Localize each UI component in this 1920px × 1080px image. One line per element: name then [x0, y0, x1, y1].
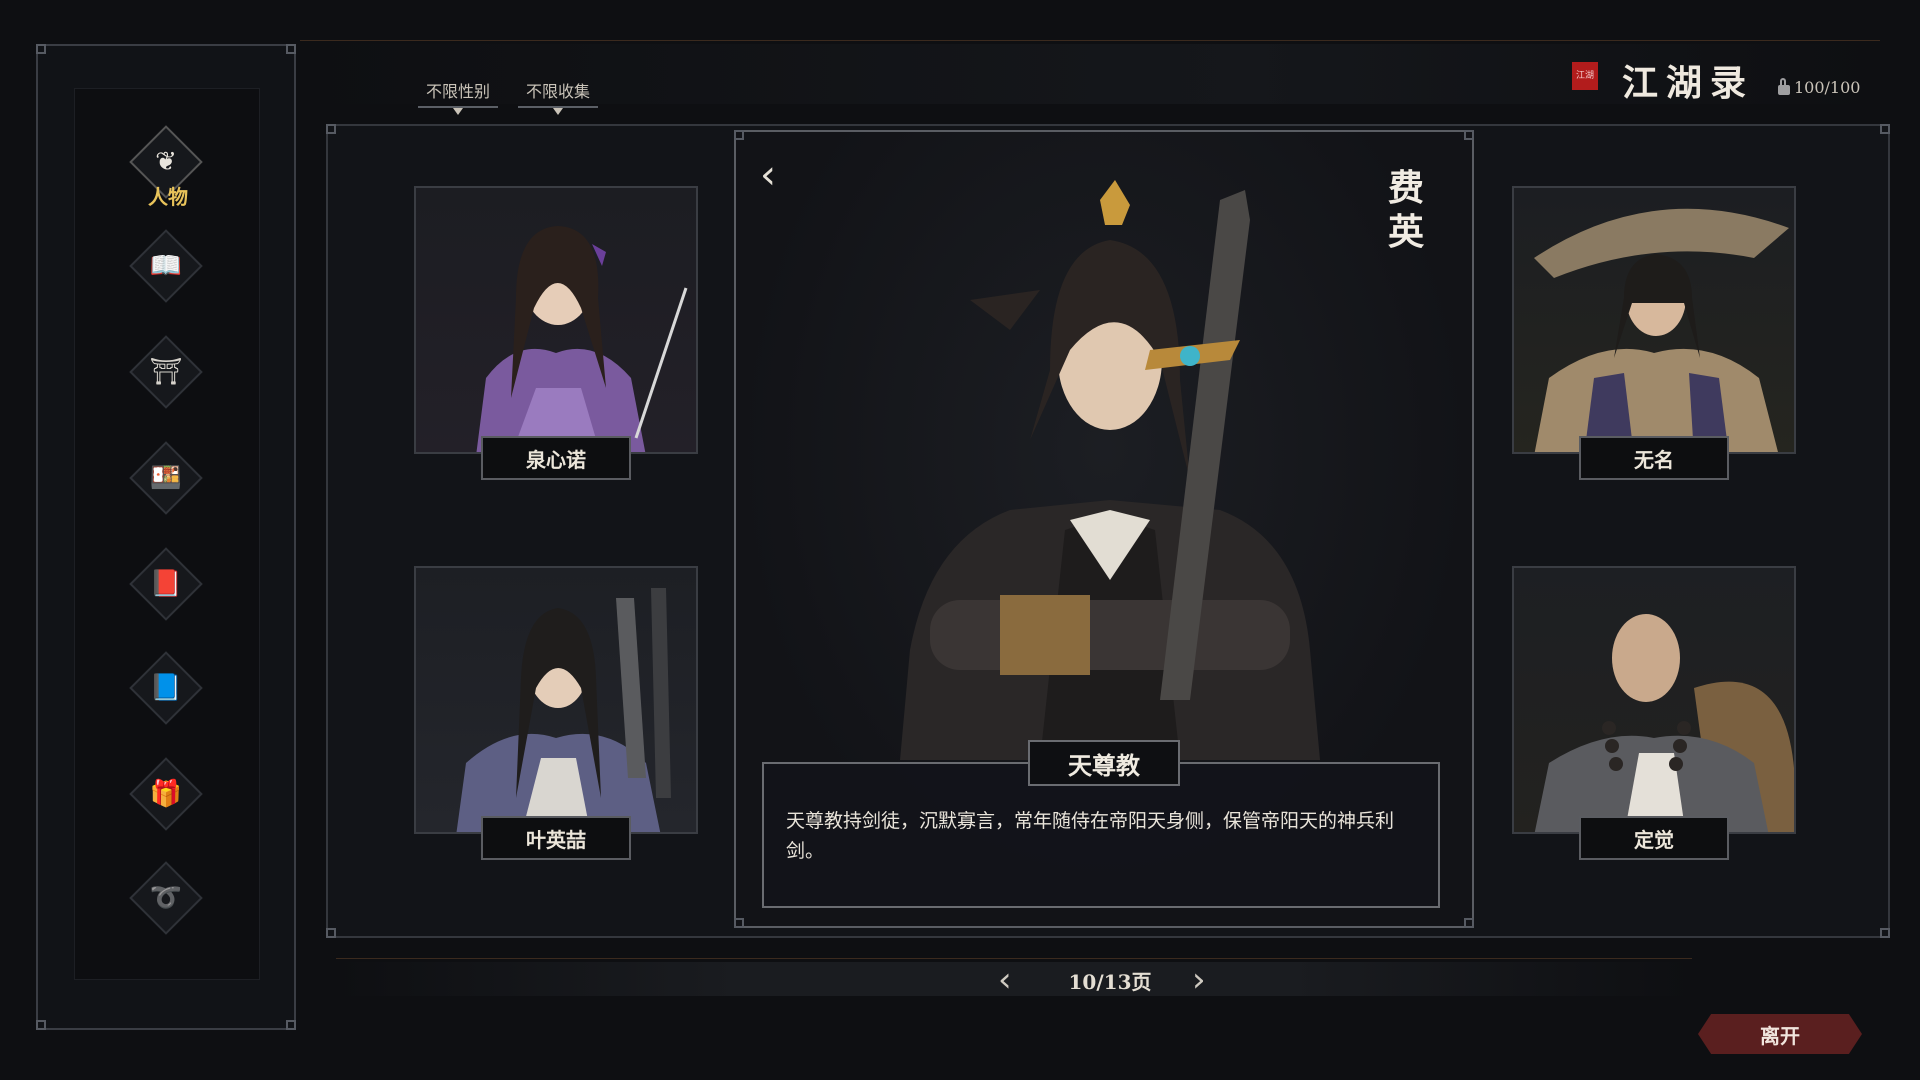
- page-title: 江湖录: [1622, 62, 1755, 104]
- pager-divider: [336, 958, 1692, 959]
- corner-ornament: [36, 44, 46, 54]
- character-icon: ❦: [155, 147, 177, 177]
- featured-portrait: [900, 180, 1320, 760]
- character-card-dingjue[interactable]: [1512, 566, 1796, 834]
- corner-ornament: [734, 130, 744, 140]
- sidebar-item-building[interactable]: ⛩: [126, 332, 206, 412]
- corner-ornament: [1464, 918, 1474, 928]
- building-icon: ⛩: [149, 357, 183, 387]
- sidebar-item-label: 人物: [148, 185, 188, 209]
- book-icon: 📕: [149, 569, 183, 599]
- item-icon: 🎁: [149, 779, 183, 809]
- character-card-wuming[interactable]: [1512, 186, 1796, 454]
- corner-ornament: [326, 928, 336, 938]
- prev-page-button[interactable]: ‹: [998, 960, 1012, 1000]
- corner-ornament: [1464, 130, 1474, 140]
- food-icon: 🍱: [149, 463, 183, 493]
- collection-count: 100/100: [1778, 77, 1861, 97]
- corner-ornament: [286, 44, 296, 54]
- sidebar-item-scroll[interactable]: 📖: [126, 226, 206, 306]
- lock-icon: [1778, 77, 1790, 95]
- corner-ornament: [1880, 928, 1890, 938]
- character-name: 无名: [1634, 447, 1674, 472]
- name-plate: 叶英喆: [481, 816, 631, 860]
- back-chevron-icon[interactable]: ‹: [760, 152, 776, 198]
- faction-label: 天尊教: [1028, 740, 1180, 786]
- portrait-image: [456, 588, 671, 832]
- next-page-button[interactable]: ›: [1192, 960, 1206, 1000]
- corner-ornament: [1880, 124, 1890, 134]
- dropdown-arrow-icon: [553, 108, 563, 115]
- manual-icon: 📘: [149, 673, 183, 703]
- portrait-image: [1534, 208, 1789, 452]
- seal-icon: 江湖: [1572, 62, 1598, 90]
- character-card-ye-yingzhe[interactable]: [414, 566, 698, 834]
- collection-count-text: 100/100: [1794, 78, 1861, 97]
- dropdown-arrow-icon: [453, 108, 463, 115]
- portrait-image: [1534, 614, 1794, 832]
- corner-ornament: [36, 1020, 46, 1030]
- creature-icon: ➰: [149, 883, 183, 913]
- portrait-image: [476, 226, 688, 452]
- sidebar-item-book[interactable]: 📕: [126, 544, 206, 624]
- name-plate: 无名: [1579, 436, 1729, 480]
- page-indicator: 10/13页: [1068, 970, 1152, 994]
- character-name: 叶英喆: [526, 827, 586, 852]
- character-name-vertical: 费英: [1387, 167, 1424, 253]
- character-description: 天尊教持剑徒，沉默寡言，常年随侍在帝阳天身侧，保管帝阳天的神兵利剑。: [786, 810, 1395, 862]
- character-name: 泉心诺: [526, 447, 586, 472]
- sidebar-item-food[interactable]: 🍱: [126, 438, 206, 518]
- corner-ornament: [286, 1020, 296, 1030]
- top-divider: [300, 40, 1880, 41]
- sidebar-item-items[interactable]: 🎁: [126, 754, 206, 834]
- sidebar-item-creature[interactable]: ➰: [126, 858, 206, 938]
- pager-bar: [336, 962, 1692, 996]
- sidebar-item-manual[interactable]: 📘: [126, 648, 206, 728]
- gender-filter[interactable]: 不限性别: [418, 78, 498, 115]
- character-name: 定觉: [1634, 827, 1674, 852]
- leave-button[interactable]: 离开: [1698, 1014, 1862, 1054]
- scroll-icon: 📖: [149, 251, 183, 281]
- gender-filter-label: 不限性别: [425, 82, 490, 101]
- name-plate: 泉心诺: [481, 436, 631, 480]
- corner-ornament: [326, 124, 336, 134]
- collection-filter[interactable]: 不限收集: [518, 78, 598, 115]
- character-card-quan-xinnuo[interactable]: [414, 186, 698, 454]
- name-plate: 定觉: [1579, 816, 1729, 860]
- sidebar-panel: [74, 88, 260, 980]
- collection-filter-label: 不限收集: [525, 82, 590, 101]
- corner-ornament: [734, 918, 744, 928]
